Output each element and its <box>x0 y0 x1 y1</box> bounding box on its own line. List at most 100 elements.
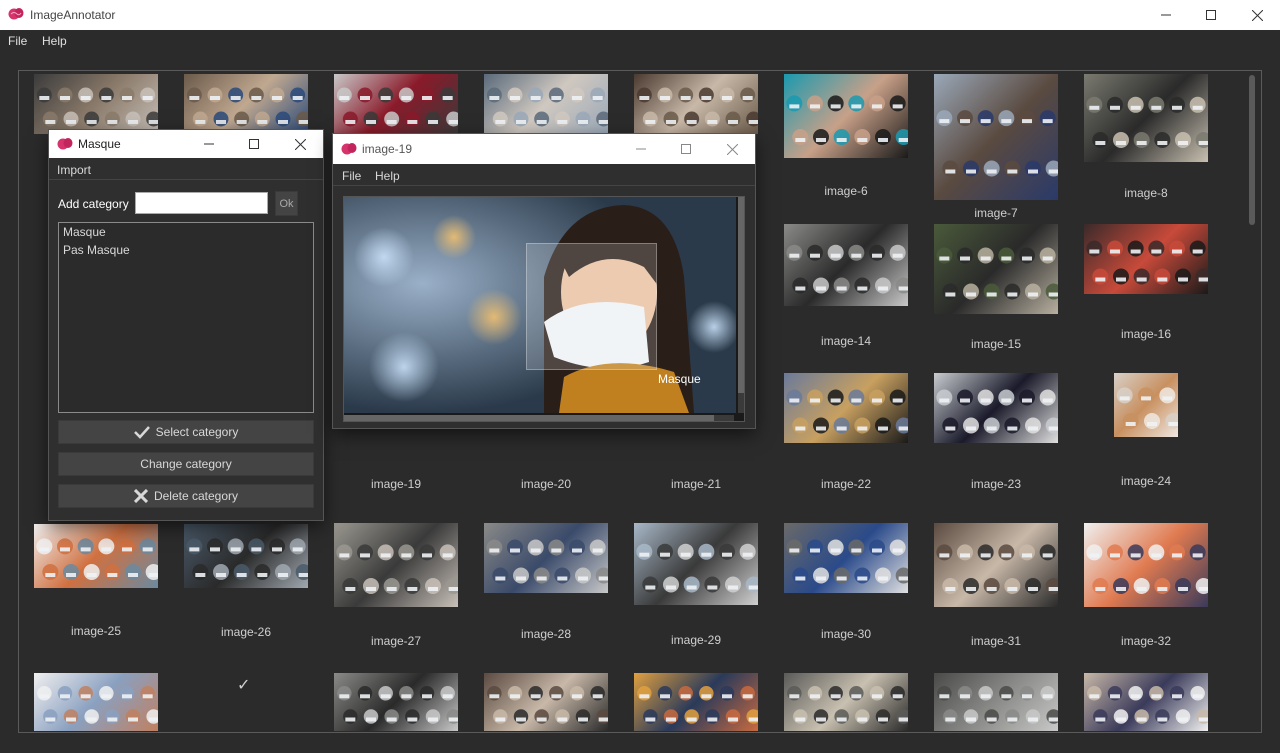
caption-image-21: image-21 <box>670 477 722 491</box>
annotation-box[interactable] <box>526 243 657 370</box>
thumbnail-photo <box>1086 96 1208 148</box>
thumbnail-image-33[interactable] <box>34 673 158 731</box>
thumbnail-image-39[interactable] <box>934 673 1058 731</box>
change-category-button[interactable]: Change category <box>58 452 314 476</box>
caption-image-23: image-23 <box>970 477 1022 491</box>
thumbnail-image-25[interactable] <box>34 524 158 588</box>
caption-image-7: image-7 <box>974 206 1018 220</box>
close-button[interactable] <box>1234 0 1280 30</box>
category-list[interactable]: Masque Pas Masque <box>58 222 314 413</box>
thumbnail-photo <box>336 87 458 127</box>
thumbnail-photo <box>787 686 908 724</box>
image-viewer-dialog: image-19 File Help Masque <box>333 134 755 428</box>
thumbnail-image-37[interactable] <box>634 673 758 731</box>
viewer-close-button[interactable] <box>709 134 755 164</box>
thumbnail-image-4[interactable] <box>484 74 608 134</box>
thumbnail-photo <box>486 539 608 584</box>
thumbnail-photo <box>1087 686 1208 724</box>
viewer-minimize-button[interactable] <box>618 134 664 164</box>
thumbnail-image-35[interactable] <box>334 673 458 731</box>
category-dialog-maximize-button[interactable] <box>231 130 277 158</box>
checkmark-icon <box>133 426 150 439</box>
viewer-title: image-19 <box>362 142 413 156</box>
delete-category-button[interactable]: Delete category <box>58 484 314 508</box>
add-category-input[interactable] <box>135 192 268 214</box>
maximize-icon <box>1206 10 1216 20</box>
delete-category-label: Delete category <box>153 489 239 503</box>
category-item-masque[interactable]: Masque <box>59 223 313 241</box>
caption-image-22: image-22 <box>820 477 872 491</box>
brain-logo-icon <box>341 143 357 155</box>
annotation-label: Masque <box>658 372 701 386</box>
thumbnail-image-36[interactable] <box>484 673 608 731</box>
add-category-label: Add category <box>58 197 129 211</box>
thumbnail-image-31[interactable] <box>934 523 1058 607</box>
thumbnail-image-38[interactable] <box>784 673 908 731</box>
viewer-menu-file[interactable]: File <box>342 169 361 183</box>
grid-scrollbar-thumb[interactable] <box>1249 75 1255 225</box>
viewer-menu-help[interactable]: Help <box>375 169 400 183</box>
thumbnail-image-8[interactable] <box>1084 74 1208 162</box>
thumbnail-photo <box>337 686 458 724</box>
minimize-icon <box>204 143 214 145</box>
viewer-maximize-button[interactable] <box>663 134 709 164</box>
thumbnail-photo <box>487 686 608 724</box>
thumbnail-image-7[interactable] <box>934 74 1058 200</box>
thumbnail-image-24[interactable] <box>1114 373 1178 437</box>
viewer-menubar: File Help <box>333 164 755 186</box>
thumbnail-photo <box>637 686 758 724</box>
thumbnail-image-26[interactable] <box>184 524 308 588</box>
thumbnail-photo <box>186 87 308 127</box>
thumbnail-image-5[interactable] <box>634 74 758 134</box>
ok-button[interactable]: Ok <box>275 191 298 216</box>
thumbnail-image-2[interactable] <box>184 74 308 134</box>
brain-logo-icon <box>57 138 73 150</box>
viewer-canvas[interactable]: Masque <box>343 196 745 422</box>
thumbnail-image-27[interactable] <box>334 523 458 607</box>
thumbnail-photo <box>1116 387 1178 429</box>
select-category-label: Select category <box>155 425 239 439</box>
thumbnail-image-28[interactable] <box>484 523 608 593</box>
thumbnail-image-40[interactable] <box>1084 673 1208 731</box>
caption-image-19: image-19 <box>370 477 422 491</box>
thumbnail-photo <box>937 686 1058 724</box>
thumbnail-photo <box>636 543 758 593</box>
thumbnail-photo <box>486 87 608 127</box>
thumbnail-image-22[interactable] <box>784 373 908 443</box>
minimize-icon <box>1161 14 1171 16</box>
category-dialog-close-button[interactable] <box>277 130 323 158</box>
category-dialog-titlebar: Masque <box>49 130 323 158</box>
caption-image-26: image-26 <box>220 625 272 639</box>
thumbnail-image-23[interactable] <box>934 373 1058 443</box>
thumbnail-photo <box>936 110 1058 177</box>
select-category-button[interactable]: Select category <box>58 420 314 444</box>
thumbnail-photo <box>786 244 908 294</box>
caption-image-28: image-28 <box>520 627 572 641</box>
caption-image-6: image-6 <box>824 184 868 198</box>
category-dialog-menubar: Import <box>49 158 323 180</box>
caption-image-25: image-25 <box>70 624 122 638</box>
viewer-hscrollbar[interactable] <box>344 415 734 421</box>
category-dialog-title: Masque <box>78 137 121 151</box>
thumbnail-image-14[interactable] <box>784 224 908 306</box>
thumbnail-image-1[interactable] <box>34 74 158 134</box>
minimize-button[interactable] <box>1143 0 1189 30</box>
thumbnail-image-15[interactable] <box>934 224 1058 314</box>
maximize-icon <box>249 139 259 149</box>
change-category-label: Change category <box>140 457 232 471</box>
category-dialog-minimize-button[interactable] <box>186 130 232 158</box>
thumbnail-image-6[interactable] <box>784 74 908 158</box>
menu-file[interactable]: File <box>8 34 27 48</box>
menu-help[interactable]: Help <box>42 34 67 48</box>
maximize-button[interactable] <box>1188 0 1234 30</box>
thumbnail-image-29[interactable] <box>634 523 758 605</box>
thumbnail-image-32[interactable] <box>1084 523 1208 607</box>
thumbnail-image-3[interactable] <box>334 74 458 134</box>
main-menubar: File Help <box>0 30 1280 52</box>
thumbnail-image-16[interactable] <box>1084 224 1208 294</box>
thumbnail-image-30[interactable] <box>784 523 908 593</box>
category-item-pas-masque[interactable]: Pas Masque <box>59 241 313 259</box>
viewer-vscrollbar[interactable] <box>738 197 744 413</box>
menu-import[interactable]: Import <box>57 163 91 177</box>
thumbnail-photo <box>336 544 458 594</box>
